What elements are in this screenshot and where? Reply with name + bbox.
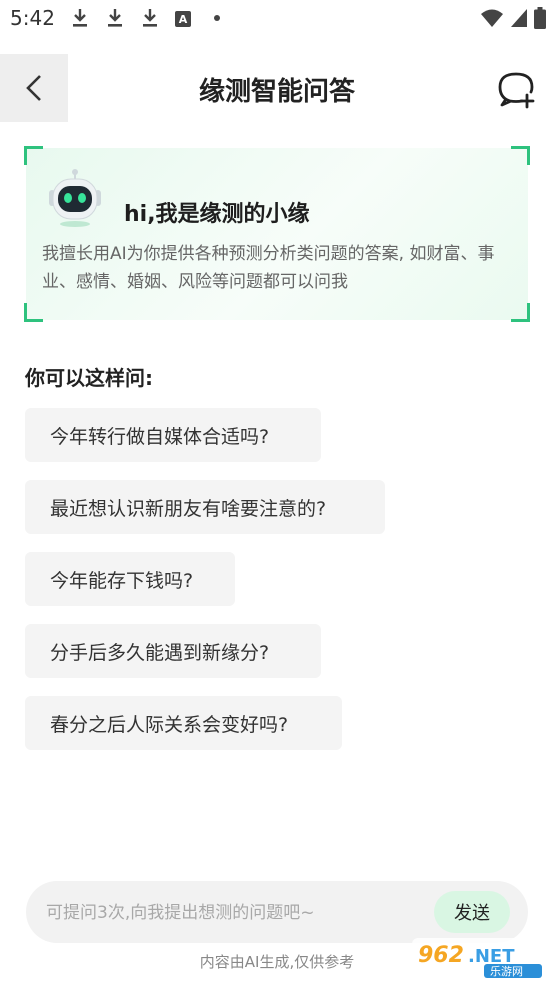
- question-input-bar: 发送: [26, 881, 528, 945]
- status-time: 5:42: [10, 6, 55, 30]
- frame-corner: [511, 303, 530, 322]
- notification-icons: A: [70, 7, 220, 29]
- intro-card: hi,我是缘测的小缘 我擅长用AI为你提供各种预测分析类问题的答案, 如财富、事…: [24, 146, 530, 322]
- app-header: 缘测智能问答: [0, 54, 554, 122]
- download-icon: [108, 9, 122, 27]
- suggestion-chip[interactable]: 今年能存下钱吗?: [25, 552, 235, 606]
- a-notification-icon: A: [175, 11, 191, 27]
- frame-corner: [511, 146, 530, 165]
- intro-title: hi,我是缘测的小缘: [124, 202, 310, 227]
- chat-add-icon: [498, 72, 535, 109]
- watermark-logo: 962 .NET 乐游网: [412, 938, 546, 978]
- status-bar: 5:42 A: [0, 0, 554, 38]
- suggestion-chip[interactable]: 春分之后人际关系会变好吗?: [25, 696, 342, 750]
- suggestion-chip[interactable]: 最近想认识新朋友有啥要注意的?: [25, 480, 385, 534]
- system-icons: [480, 7, 546, 29]
- battery-icon: [534, 7, 546, 29]
- frame-corner: [24, 303, 43, 322]
- question-input[interactable]: [44, 881, 428, 945]
- suggestion-chip[interactable]: 分手后多久能遇到新缘分?: [25, 624, 321, 678]
- svg-text:乐游网: 乐游网: [490, 965, 523, 978]
- svg-text:962: 962: [418, 943, 464, 968]
- suggestions-heading: 你可以这样问:: [25, 366, 153, 390]
- download-icon: [73, 9, 87, 27]
- download-icon: [143, 9, 157, 27]
- new-chat-button[interactable]: [496, 69, 536, 109]
- signal-icon: [511, 9, 527, 27]
- intro-description: 我擅长用AI为你提供各种预测分析类问题的答案, 如财富、事业、感情、婚姻、风险等…: [42, 244, 495, 292]
- suggestion-chip[interactable]: 今年转行做自媒体合适吗?: [25, 408, 321, 462]
- page-title: 缘测智能问答: [198, 77, 355, 107]
- dot-icon: [214, 15, 220, 21]
- frame-corner: [24, 146, 43, 165]
- robot-avatar-icon: [49, 169, 101, 227]
- wifi-icon: [481, 9, 503, 27]
- send-button[interactable]: 发送: [434, 891, 510, 933]
- svg-text:.NET: .NET: [468, 946, 515, 967]
